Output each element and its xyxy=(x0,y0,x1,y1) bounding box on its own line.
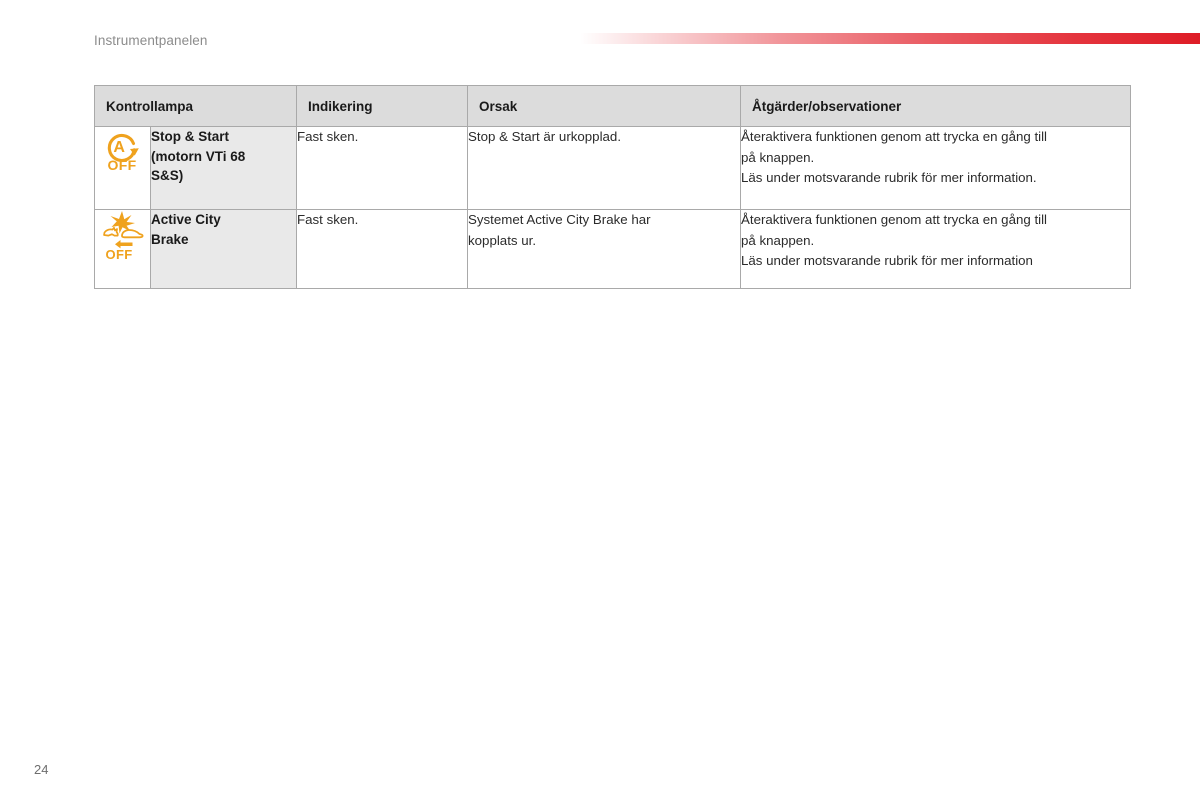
warning-lamps-table: Kontrollampa Indikering Orsak Åtgärder/o… xyxy=(93,85,1132,289)
indication-text: Fast sken. xyxy=(297,129,359,144)
column-header-indikering: Indikering xyxy=(296,85,469,127)
active-city-brake-off-icon: OFF xyxy=(101,210,145,262)
lamp-name-line: (motorn VTi 68 xyxy=(151,148,246,164)
lamp-name-line: Stop & Start xyxy=(151,129,230,144)
cause-line: Systemet Active City Brake har xyxy=(468,212,651,227)
lamp-name-line: Active City xyxy=(151,212,221,227)
stop-start-off-icon: A OFF xyxy=(103,127,143,173)
cause-line: kopplats ur. xyxy=(468,232,537,248)
table-header-row: Kontrollampa Indikering Orsak Åtgärder/o… xyxy=(93,85,1132,127)
svg-text:OFF: OFF xyxy=(107,157,136,173)
action-line: Återaktivera funktionen genom att trycka… xyxy=(741,129,1048,144)
header-accent-rule xyxy=(580,33,1200,44)
warning-lamp-name-cell: Stop & Start (motorn VTi 68 S&S) xyxy=(149,126,298,210)
cause-text: Stop & Start är urkopplad. xyxy=(468,129,622,144)
action-line: på knappen. xyxy=(741,149,815,165)
action-line: Läs under motsvarande rubrik för mer inf… xyxy=(741,253,1033,268)
page-header: Instrumentpanelen xyxy=(0,0,1200,70)
table-row: A OFF Stop & Start (motorn VTi 68 S&S) F… xyxy=(94,126,1132,210)
indication-text: Fast sken. xyxy=(297,212,359,227)
column-header-atgarder: Åtgärder/observationer xyxy=(740,85,1132,127)
svg-text:A: A xyxy=(113,139,125,156)
cause-cell: Systemet Active City Brake har kopplats … xyxy=(467,209,742,289)
column-header-kontrollampa: Kontrollampa xyxy=(93,85,298,127)
page-number: 24 xyxy=(34,762,49,777)
lamp-name-line: S&S) xyxy=(151,168,184,183)
cause-cell: Stop & Start är urkopplad. xyxy=(467,126,742,210)
column-header-orsak: Orsak xyxy=(467,85,742,127)
section-title: Instrumentpanelen xyxy=(94,33,208,48)
table-row: OFF Active City Brake Fast sken. Systeme… xyxy=(94,209,1132,289)
indication-cell: Fast sken. xyxy=(296,209,469,289)
action-cell: Återaktivera funktionen genom att trycka… xyxy=(740,209,1132,289)
warning-lamp-icon-cell: OFF xyxy=(94,209,151,289)
indication-cell: Fast sken. xyxy=(296,126,469,210)
warning-lamp-icon-cell: A OFF xyxy=(94,126,151,210)
action-line: Återaktivera funktionen genom att trycka… xyxy=(741,212,1048,227)
lamp-name-line: Brake xyxy=(151,231,189,247)
action-cell: Återaktivera funktionen genom att trycka… xyxy=(740,126,1132,210)
warning-lamp-name-cell: Active City Brake xyxy=(149,209,298,289)
action-line: Läs under motsvarande rubrik för mer inf… xyxy=(741,170,1037,185)
svg-text:OFF: OFF xyxy=(105,247,132,260)
action-line: på knappen. xyxy=(741,232,815,248)
